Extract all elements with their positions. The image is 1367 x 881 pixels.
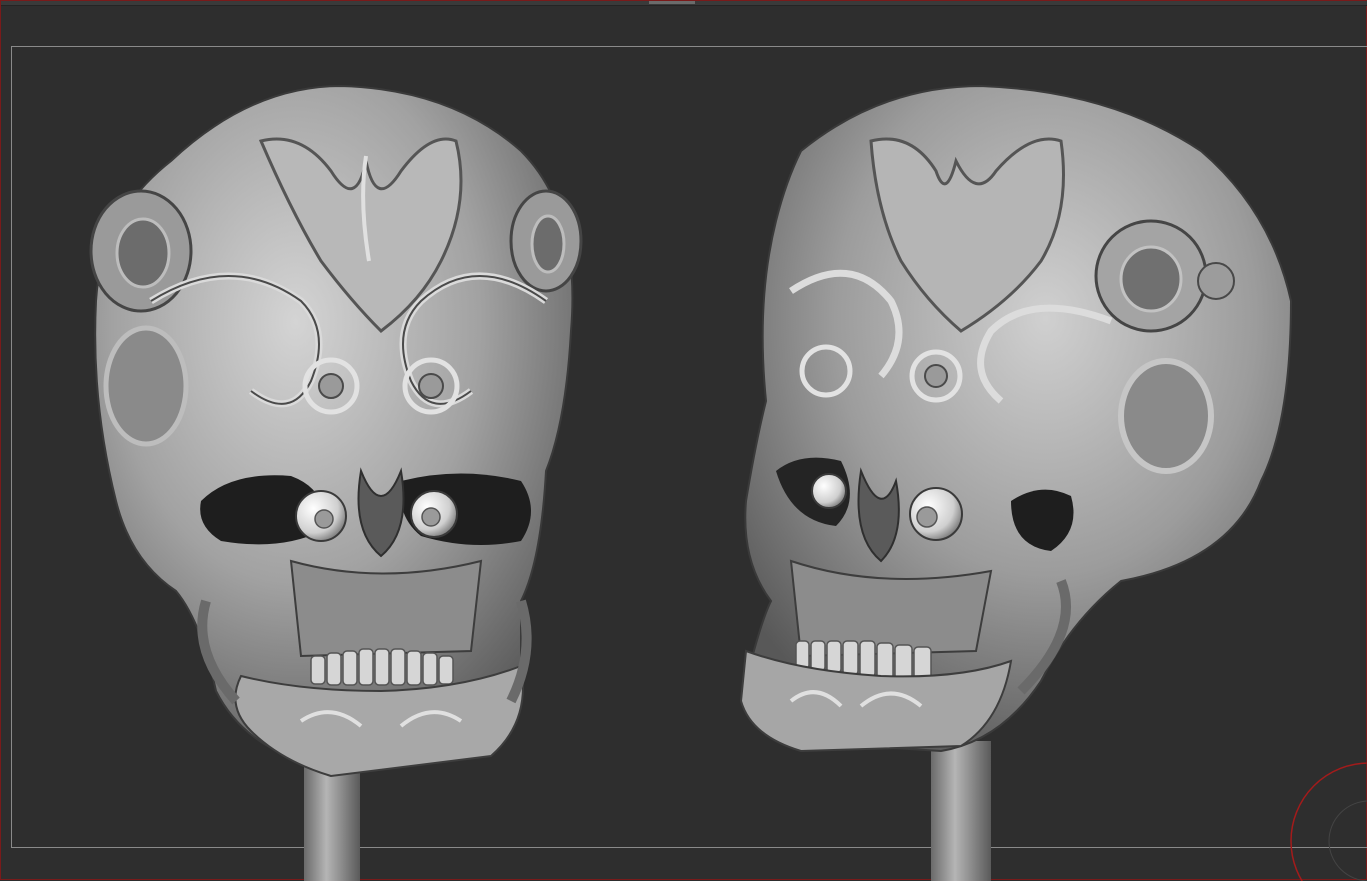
skull-front-view[interactable] bbox=[89, 84, 583, 881]
rotate-gizmo-icon[interactable] bbox=[1289, 761, 1367, 881]
document-viewport[interactable] bbox=[0, 0, 1367, 881]
teeth-upper bbox=[310, 648, 454, 686]
pole-right bbox=[931, 741, 991, 881]
skull-three-quarter-view[interactable] bbox=[739, 84, 1293, 881]
sculpt-canvas[interactable] bbox=[1, 1, 1367, 881]
eyeball-left-34 bbox=[811, 473, 847, 509]
